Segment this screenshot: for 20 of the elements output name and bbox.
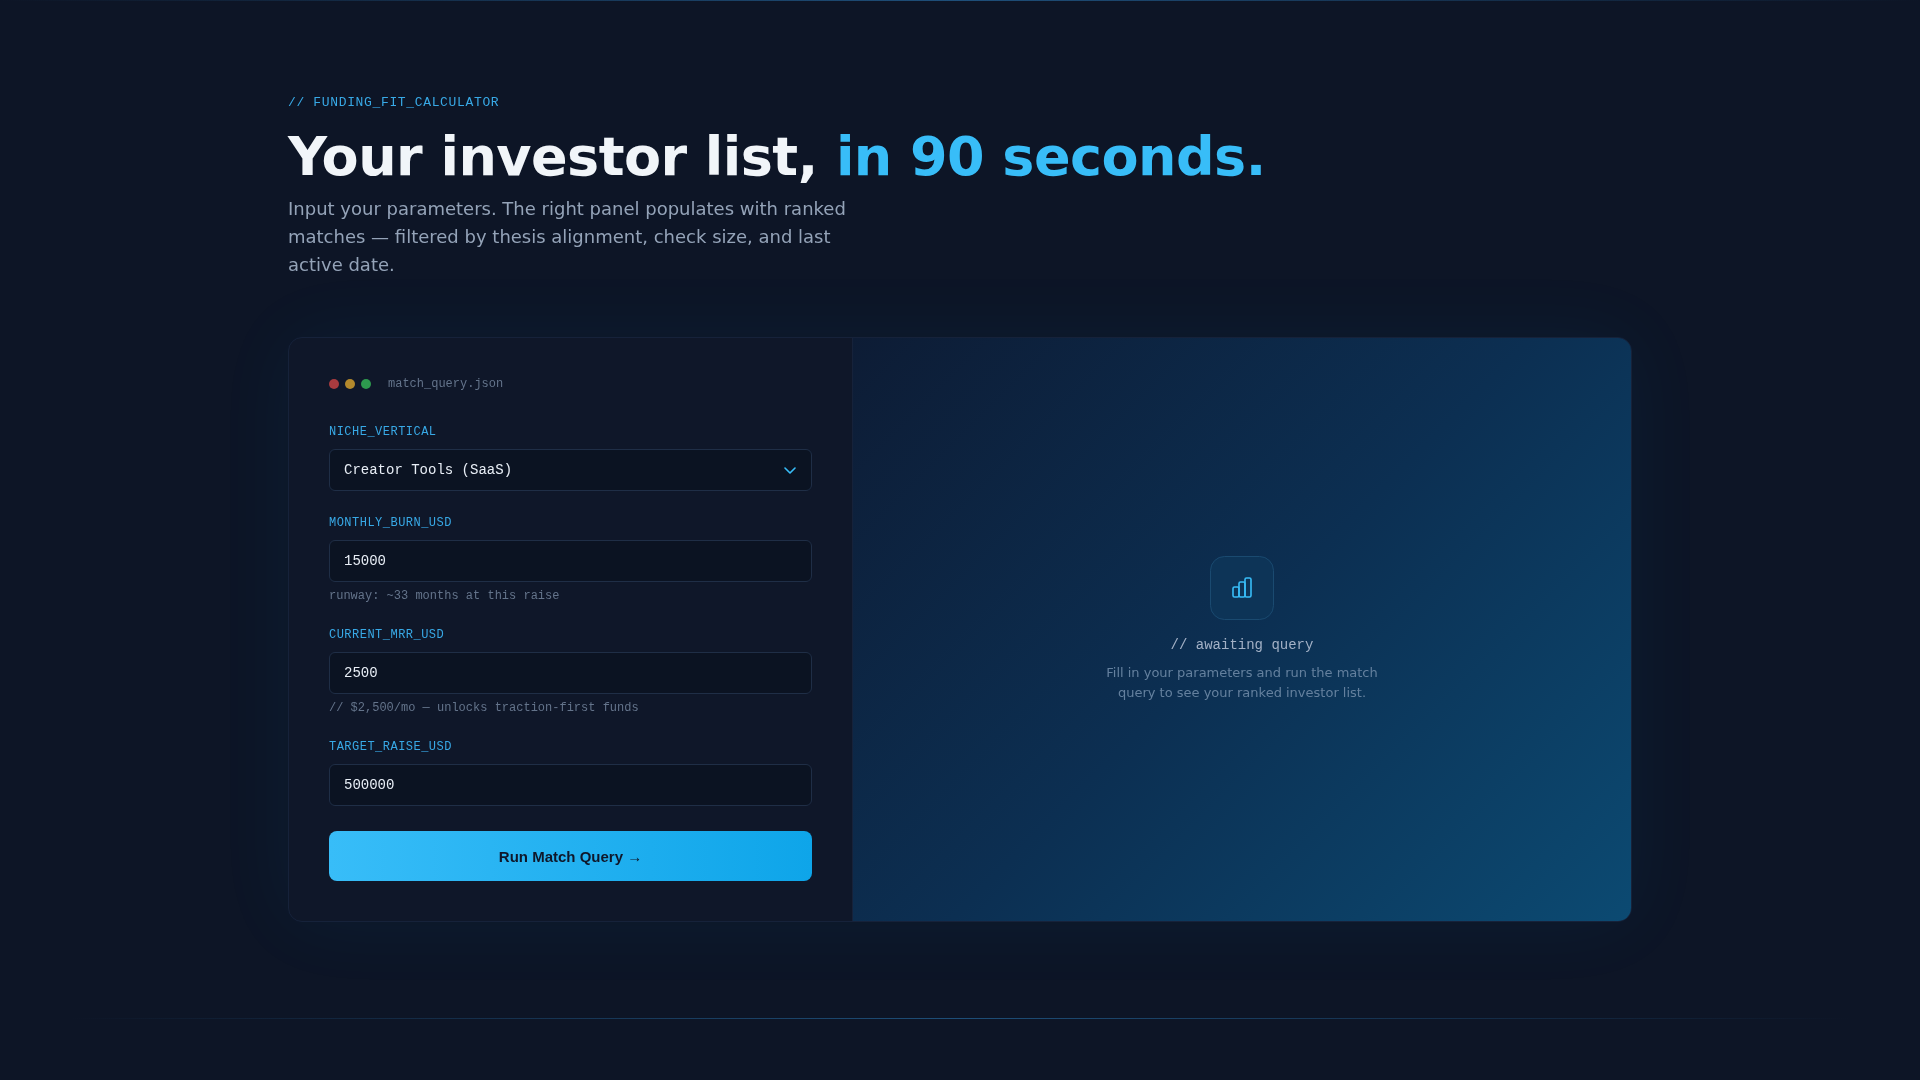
field-label: MONTHLY_BURN_USD <box>329 515 452 531</box>
page-description: Input your parameters. The right panel populates with ranked matches — filtered by thesis alignment, check size, and last active date. <box>288 197 847 277</box>
section-eyebrow: // FUNDING_FIT_CALCULATOR <box>288 95 500 111</box>
chevron-down-icon <box>784 466 796 474</box>
empty-state-message: Fill in your parameters and run the match query to see your ranked investor list. <box>1105 664 1379 702</box>
number-input[interactable]: 15000 <box>329 540 812 582</box>
field-hint: runway: ~33 months at this raise <box>329 589 560 603</box>
number-input[interactable]: 500000 <box>329 764 812 806</box>
number-input[interactable]: 2500 <box>329 652 812 694</box>
bar-chart-icon <box>1210 556 1274 620</box>
field-label: NICHE_VERTICAL <box>329 424 437 440</box>
field-label: CURRENT_MRR_USD <box>329 627 445 643</box>
page-title: Your investor list, in 90 seconds. <box>288 127 1266 186</box>
window-controls-icon <box>329 379 371 389</box>
field-label: TARGET_RAISE_USD <box>329 739 452 755</box>
status-text: // awaiting query <box>1170 636 1314 654</box>
dropdown-select[interactable]: Creator Tools (SaaS) <box>329 449 812 491</box>
field-hint: // $2,500/mo — unlocks traction-first funds <box>329 701 639 715</box>
file-name: match_query.json <box>388 378 504 390</box>
run-query-button[interactable]: Run Match Query → <box>329 831 812 881</box>
